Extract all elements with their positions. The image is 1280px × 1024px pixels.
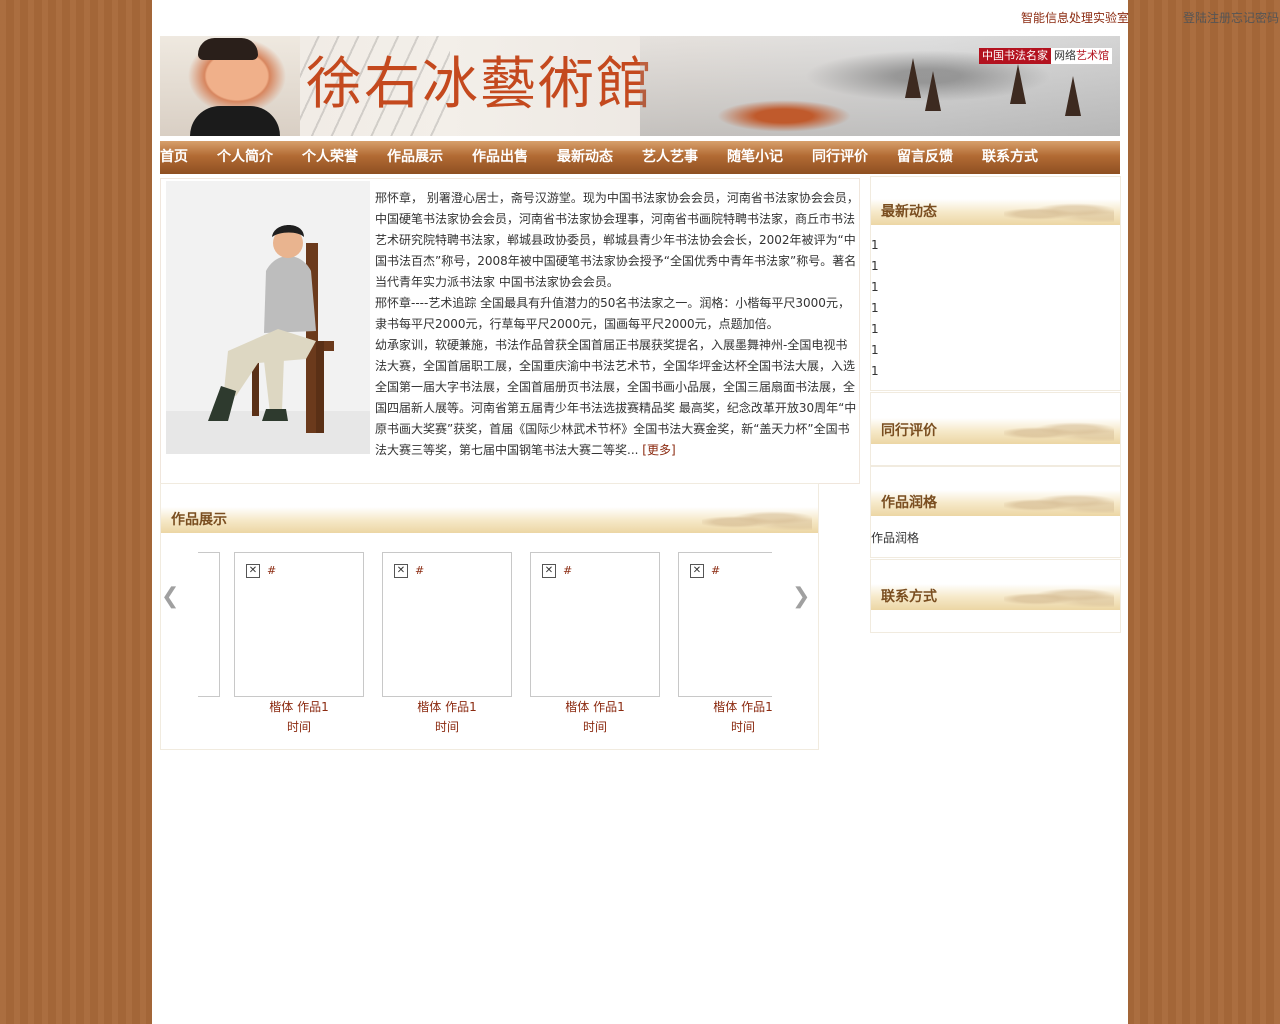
nav-news[interactable]: 最新动态 [557, 141, 642, 174]
work-title[interactable]: 楷体 作品1 [678, 697, 772, 717]
main-nav: 首页 个人简介 个人荣誉 作品展示 作品出售 最新动态 艺人艺事 随笔小记 同行… [160, 141, 1120, 174]
page-container: 智能信息处理实验室 登陆注册忘记密码 徐右冰藝術館 中国书法名家 网络艺术馆 首… [152, 0, 1279, 1024]
nav-events[interactable]: 艺人艺事 [642, 141, 727, 174]
works-title: 作品展示 [171, 512, 227, 528]
nav-home[interactable]: 首页 [160, 141, 217, 174]
nav-works[interactable]: 作品展示 [387, 141, 472, 174]
cloud-ornament-icon [1004, 493, 1114, 513]
contact-panel: 联系方式 [870, 559, 1121, 633]
news-item[interactable]: 1 [871, 256, 1120, 277]
work-card[interactable]: ✕ # 楷体 作品1 时间 [678, 552, 772, 737]
work-card[interactable]: ✕ # 楷体 作品1 时间 [530, 552, 660, 737]
news-item[interactable]: 1 [871, 340, 1120, 361]
work-card[interactable] [198, 552, 220, 697]
news-item[interactable]: 1 [871, 298, 1120, 319]
work-image[interactable]: ✕ # [382, 552, 512, 697]
intro-paragraph: 幼承家训，软硬兼施，书法作品曾获全国首届正书展获奖提名，入展墨舞神州-全国电视书… [375, 338, 857, 457]
price-panel: 作品润格 作品润格 [870, 466, 1121, 558]
cloud-ornament-icon [702, 510, 812, 530]
cloud-ornament-icon [1004, 421, 1114, 441]
work-time: 时间 [730, 720, 755, 734]
nav-honors[interactable]: 个人荣誉 [302, 141, 387, 174]
peer-review-header: 同行评价 [871, 418, 1120, 444]
news-title: 最新动态 [881, 204, 937, 220]
work-title[interactable]: 楷体 作品1 [234, 697, 364, 717]
work-card[interactable]: ✕ # 楷体 作品1 时间 [234, 552, 364, 737]
site-logo: 中国书法名家 网络艺术馆 [979, 48, 1112, 64]
work-image[interactable]: ✕ # [234, 552, 364, 697]
work-image[interactable]: ✕ # [530, 552, 660, 697]
price-text: 作品润格 [871, 531, 920, 545]
news-item[interactable]: 1 [871, 277, 1120, 298]
more-link[interactable]: [更多] [642, 443, 675, 457]
intro-paragraph: 邢怀章， 别署澄心居士，斋号汉游堂。现为中国书法家协会会员，河南省书法家协会会员… [375, 191, 859, 289]
site-title: 徐右冰藝術館 [306, 52, 654, 117]
forgot-password-link[interactable]: 忘记密码 [1231, 11, 1279, 25]
top-links: 智能信息处理实验室 登陆注册忘记密码 [1021, 9, 1279, 26]
intro-section: 邢怀章， 别署澄心居士，斋号汉游堂。现为中国书法家协会会员，河南省书法家协会会员… [160, 178, 860, 484]
work-time: 时间 [286, 720, 311, 734]
intro-text: 邢怀章， 别署澄心居士，斋号汉游堂。现为中国书法家协会会员，河南省书法家协会会员… [375, 188, 859, 461]
work-title[interactable]: 楷体 作品1 [530, 697, 660, 717]
login-link[interactable]: 登陆 [1183, 11, 1207, 25]
work-image[interactable]: ✕ # [678, 552, 772, 697]
cloud-ornament-icon [1004, 587, 1114, 607]
broken-image-icon: ✕ [394, 564, 408, 578]
news-panel: 最新动态 1 1 1 1 1 1 1 [870, 176, 1121, 391]
news-item[interactable]: 1 [871, 361, 1120, 382]
nav-profile[interactable]: 个人简介 [217, 141, 302, 174]
news-item[interactable]: 1 [871, 235, 1120, 256]
peer-review-panel: 同行评价 [870, 392, 1121, 466]
broken-image-icon: ✕ [690, 564, 704, 578]
works-header: 作品展示 [161, 507, 818, 533]
contact-title: 联系方式 [881, 589, 937, 605]
price-title: 作品润格 [881, 495, 937, 511]
intro-paragraph: 邢怀章----艺术追踪 全国最具有升值潜力的50名书法家之一。润格：小楷每平尺3… [375, 296, 850, 331]
broken-image-icon: ✕ [246, 564, 260, 578]
nav-essays[interactable]: 随笔小记 [727, 141, 812, 174]
work-title[interactable]: 楷体 作品1 [382, 697, 512, 717]
nav-peer-reviews[interactable]: 同行评价 [812, 141, 897, 174]
nav-contact[interactable]: 联系方式 [982, 141, 1067, 174]
works-panel: 作品展示 ❮ ❯ ✕ # 楷体 作品1 时间 ✕ # 楷体 作品1 时间 ✕ #… [160, 483, 819, 750]
cloud-ornament-icon [1004, 202, 1114, 222]
work-time: 时间 [582, 720, 607, 734]
work-time: 时间 [434, 720, 459, 734]
news-header: 最新动态 [871, 199, 1120, 225]
price-header: 作品润格 [871, 490, 1120, 516]
account-links: 登陆注册忘记密码 [1183, 9, 1279, 26]
register-link[interactable]: 注册 [1207, 11, 1231, 25]
nav-sale[interactable]: 作品出售 [472, 141, 557, 174]
work-card[interactable]: ✕ # 楷体 作品1 时间 [382, 552, 512, 737]
broken-image-icon: ✕ [542, 564, 556, 578]
news-item[interactable]: 1 [871, 319, 1120, 340]
peer-review-title: 同行评价 [881, 423, 937, 439]
works-carousel: ✕ # 楷体 作品1 时间 ✕ # 楷体 作品1 时间 ✕ # 楷体 作品1 时… [198, 552, 772, 742]
artist-portrait [160, 36, 300, 136]
prev-arrow-icon[interactable]: ❮ [161, 586, 179, 608]
lab-link[interactable]: 智能信息处理实验室 [1021, 11, 1129, 25]
news-list: 1 1 1 1 1 1 1 [871, 225, 1120, 382]
artist-photo [166, 181, 370, 454]
work-image[interactable] [198, 552, 220, 697]
nav-feedback[interactable]: 留言反馈 [897, 141, 982, 174]
header-banner: 徐右冰藝術館 中国书法名家 网络艺术馆 [160, 36, 1120, 136]
contact-header: 联系方式 [871, 584, 1120, 610]
next-arrow-icon[interactable]: ❯ [792, 586, 810, 608]
